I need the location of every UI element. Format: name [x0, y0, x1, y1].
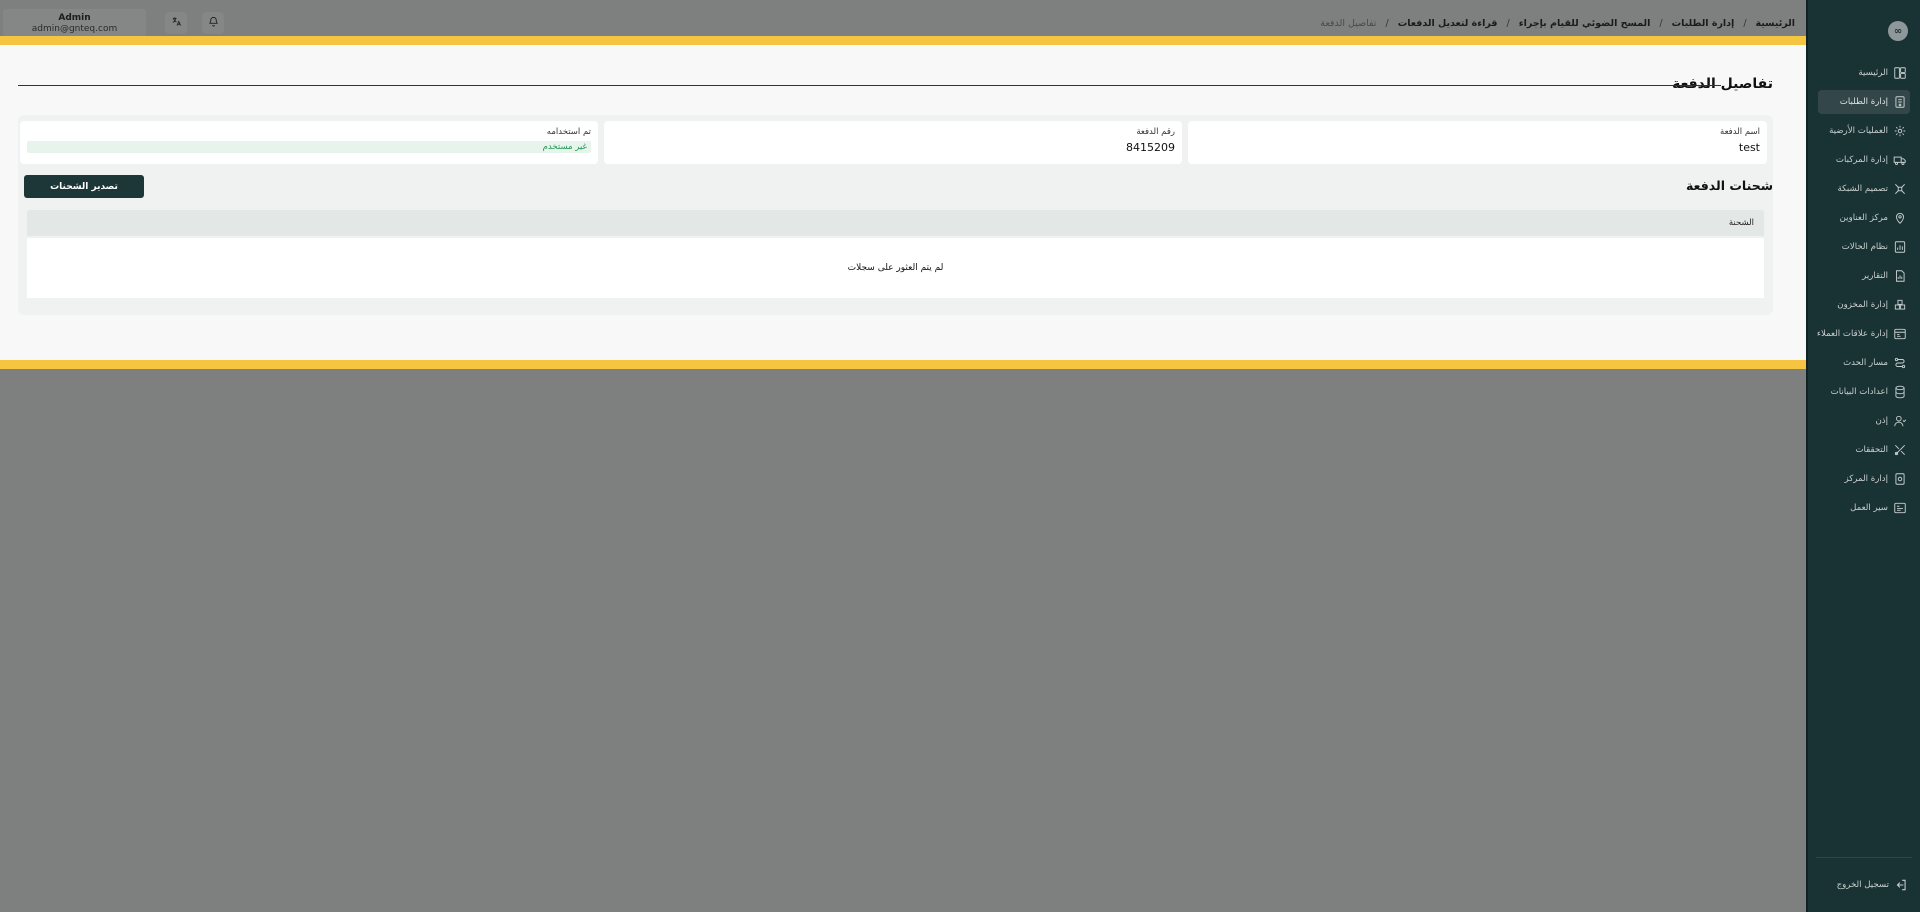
sidebar-item-network[interactable]: تصميم الشبكة — [1818, 177, 1910, 201]
batch-number-value: 8415209 — [1126, 141, 1175, 154]
batch-name-field: اسم الدفعة test — [1188, 121, 1767, 164]
sidebar-item-label: سير العمل — [1850, 503, 1888, 513]
status-icon — [1893, 240, 1907, 254]
sidebar-item-label: إدارة علاقات العملاء — [1816, 329, 1888, 339]
sidebar-item-ground-ops[interactable]: العمليات الأرضية — [1818, 119, 1910, 143]
sidebar-item-label: إدارة المركز — [1844, 474, 1888, 484]
sidebar-item-inventory[interactable]: إدارة المخزون — [1818, 293, 1910, 317]
sidebar-item-workflow[interactable]: سير العمل — [1818, 496, 1910, 520]
sidebar-item-label: إذن — [1875, 416, 1888, 426]
orders-icon — [1893, 95, 1907, 109]
table-header: الشحنة — [27, 210, 1764, 236]
column-shipment: الشحنة — [1728, 218, 1754, 228]
table-empty-row: لم يتم العثور على سجلات — [27, 238, 1764, 298]
translate-icon — [171, 16, 182, 30]
sidebar-item-label: مسار الحدث — [1843, 358, 1888, 368]
truck-icon — [1893, 153, 1907, 167]
route-icon — [1893, 356, 1907, 370]
sidebar-item-label: اعدادات البيانات — [1830, 387, 1888, 397]
title-divider — [18, 85, 1721, 86]
sidebar-item-label: إدارة الطلبات — [1839, 97, 1888, 107]
sidebar-divider — [1816, 857, 1912, 858]
batch-number-field: رقم الدفعة 8415209 — [604, 121, 1182, 164]
breadcrumb-item: تفاصيل الدفعة — [1320, 18, 1377, 29]
sidebar-item-orders[interactable]: إدارة الطلبات — [1818, 90, 1910, 114]
export-shipments-button[interactable]: تصدير الشحنات — [24, 175, 144, 198]
sidebar: ∞ الرئيسية إدارة الطلبات العمليات الأرضية إ… — [1806, 0, 1920, 912]
sidebar-item-label: إدارة المركبات — [1835, 155, 1888, 165]
breadcrumb-item[interactable]: قراءة لتعديل الدفعات — [1398, 18, 1498, 29]
sidebar-item-center[interactable]: إدارة المركز — [1818, 467, 1910, 491]
status-badge: غير مستخدم — [27, 141, 591, 153]
shipments-title: شحنات الدفعة — [1685, 178, 1773, 193]
database-icon — [1893, 385, 1907, 399]
permission-icon — [1893, 414, 1907, 428]
sidebar-item-status[interactable]: نظام الحالات — [1818, 235, 1910, 259]
batch-name-label: اسم الدفعة — [1720, 127, 1760, 137]
sidebar-item-label: الرئيسية — [1858, 68, 1888, 78]
user-name: Admin — [58, 13, 91, 23]
empty-message: لم يتم العثور على سجلات — [847, 263, 944, 273]
sidebar-item-crm[interactable]: إدارة علاقات العملاء — [1816, 322, 1910, 346]
reports-icon — [1893, 269, 1907, 283]
bell-icon — [208, 16, 219, 30]
logout-button[interactable]: تسجيل الخروج — [1837, 878, 1908, 892]
sidebar-item-label: التقارير — [1862, 271, 1888, 281]
crm-icon — [1893, 327, 1907, 341]
network-icon — [1893, 182, 1907, 196]
home-icon — [1893, 66, 1907, 80]
notifications-button[interactable] — [202, 12, 224, 34]
sidebar-item-location[interactable]: مركز العناوين — [1818, 206, 1910, 230]
page-title: تفاصيل الدفعة — [1672, 76, 1773, 92]
breadcrumb: الرئيسية / إدارة الطلبات / المسح الضوئي للقي… — [1320, 18, 1795, 29]
breadcrumb-item[interactable]: المسح الضوئي للقيام بإجراء — [1519, 18, 1651, 29]
sidebar-item-label: نظام الحالات — [1841, 242, 1888, 252]
center-icon — [1893, 472, 1907, 486]
sidebar-item-truck[interactable]: إدارة المركبات — [1818, 148, 1910, 172]
location-icon — [1893, 211, 1907, 225]
inventory-icon — [1893, 298, 1907, 312]
used-label: تم استخدامه — [546, 127, 591, 137]
logout-icon — [1894, 878, 1908, 892]
used-field: تم استخدامه غير مستخدم — [20, 121, 598, 164]
breadcrumb-separator: / — [1743, 18, 1747, 29]
logout-label: تسجيل الخروج — [1836, 880, 1889, 890]
sidebar-item-label: تصميم الشبكة — [1837, 184, 1888, 194]
app-logo[interactable]: ∞ — [1888, 21, 1908, 41]
breadcrumb-item[interactable]: الرئيسية — [1756, 18, 1795, 29]
sidebar-item-permission[interactable]: إذن — [1818, 409, 1910, 433]
sidebar-item-label: إدارة المخزون — [1837, 300, 1888, 310]
details-panel: اسم الدفعة test رقم الدفعة 8415209 تم اس… — [18, 115, 1773, 315]
sidebar-item-home[interactable]: الرئيسية — [1818, 61, 1910, 85]
batch-number-label: رقم الدفعة — [1136, 127, 1175, 137]
sidebar-item-label: التحققات — [1855, 445, 1888, 455]
batch-name-value: test — [1738, 141, 1760, 154]
shipments-table: الشحنة لم يتم العثور على سجلات — [27, 210, 1764, 304]
sidebar-item-route[interactable]: مسار الحدث — [1818, 351, 1910, 375]
sidebar-item-reports[interactable]: التقارير — [1818, 264, 1910, 288]
sidebar-nav: الرئيسية إدارة الطلبات العمليات الأرضية إدا… — [1816, 61, 1910, 525]
ground-ops-icon — [1893, 124, 1907, 138]
language-button[interactable] — [165, 12, 187, 34]
sidebar-item-label: مركز العناوين — [1839, 213, 1888, 223]
breadcrumb-item[interactable]: إدارة الطلبات — [1672, 18, 1735, 29]
breadcrumb-separator: / — [1385, 18, 1389, 29]
sidebar-item-label: العمليات الأرضية — [1829, 126, 1888, 136]
validation-icon — [1893, 443, 1907, 457]
batch-details-card: تفاصيل الدفعة اسم الدفعة test رقم الدفعة… — [0, 36, 1816, 369]
sidebar-item-validation[interactable]: التحققات — [1818, 438, 1910, 462]
sidebar-item-database[interactable]: اعدادات البيانات — [1818, 380, 1910, 404]
workflow-icon — [1893, 501, 1907, 515]
user-menu[interactable]: Admin admin@gnteq.com — [3, 9, 146, 37]
breadcrumb-separator: / — [1506, 18, 1510, 29]
breadcrumb-separator: / — [1659, 18, 1663, 29]
user-email: admin@gnteq.com — [31, 24, 118, 34]
